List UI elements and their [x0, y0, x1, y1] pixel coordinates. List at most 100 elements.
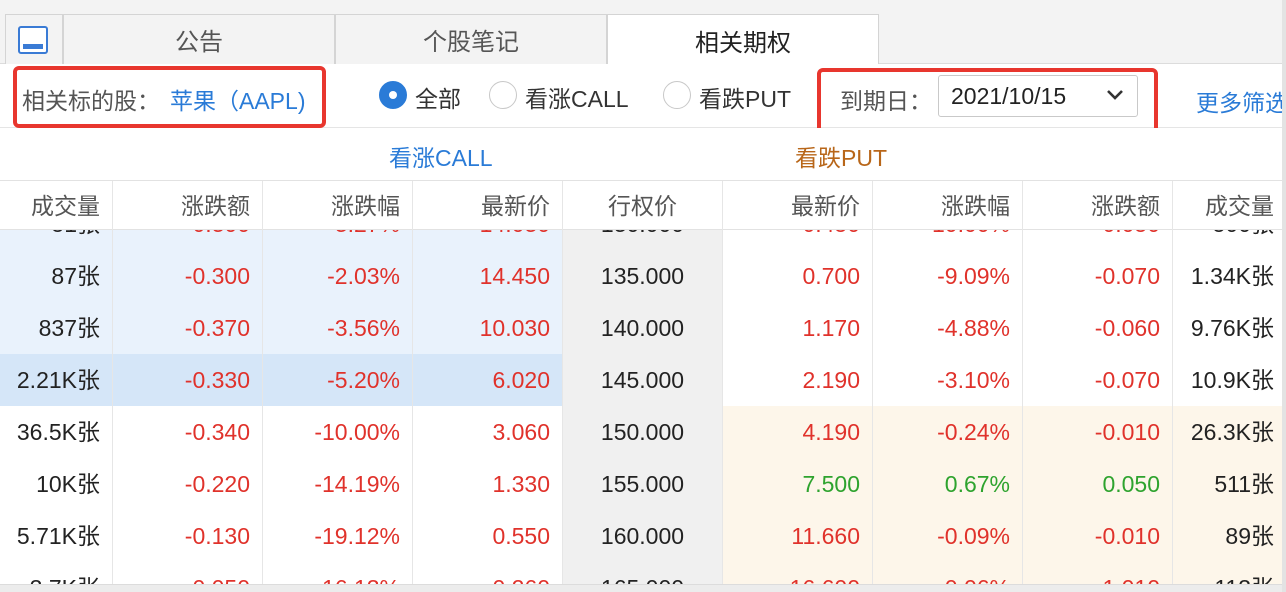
col-put-volume[interactable]: 成交量: [1173, 181, 1286, 231]
cell-call-change-pct: -19.12%: [263, 510, 413, 562]
cell-call-change: -0.300: [113, 230, 263, 250]
cell-put-volume: 511张: [1173, 458, 1286, 510]
table-row[interactable]: 51张-0.300-3.27%14.030130.0000.450-10.00%…: [0, 230, 1286, 250]
cell-strike: 130.000: [563, 230, 723, 250]
cell-call-change: -0.300: [113, 250, 263, 302]
cell-put-volume: 9.76K张: [1173, 302, 1286, 354]
cell-put-volume: 10.9K张: [1173, 354, 1286, 406]
radio-put[interactable]: [663, 81, 691, 109]
table-row[interactable]: 36.5K张 -0.340 -10.00% 3.060 150.000 4.190 -0.2…: [0, 406, 1286, 458]
cell-put-last: 7.500: [723, 458, 873, 510]
table-header: 成交量 涨跌额 涨跌幅 最新价 行权价 最新价 涨跌幅 涨跌额 成交量: [0, 180, 1286, 231]
cell-put-change: 0.050: [1023, 458, 1173, 510]
cell-put-change: -0.070: [1023, 354, 1173, 406]
cell-put-volume: 1.34K张: [1173, 250, 1286, 302]
table-row[interactable]: 5.71K张 -0.130 -19.12% 0.550 160.000 11.660 -0.…: [0, 510, 1286, 562]
cell-call-last: 1.330: [413, 458, 563, 510]
col-call-change[interactable]: 涨跌额: [113, 181, 263, 231]
cell-put-change-pct: 0.06%: [873, 562, 1023, 585]
tab-related-options[interactable]: 相关期权: [607, 14, 879, 65]
cell-put-change: 1.010: [1023, 562, 1173, 585]
cell-put-volume: 500张: [1173, 230, 1286, 250]
cell-put-last: 0.450: [723, 230, 873, 250]
radio-all[interactable]: [379, 81, 407, 109]
cell-put-last: 2.190: [723, 354, 873, 406]
cell-call-change: -0.130: [113, 510, 263, 562]
cell-call-last: 0.550: [413, 510, 563, 562]
cell-put-change-pct: -3.10%: [873, 354, 1023, 406]
col-strike[interactable]: 行权价: [563, 181, 723, 231]
cell-call-change: -0.340: [113, 406, 263, 458]
cell-call-last: 10.030: [413, 302, 563, 354]
cell-call-volume: 10K张: [0, 458, 113, 510]
col-put-last[interactable]: 最新价: [723, 181, 873, 231]
call-section-title: 看涨CALL: [389, 145, 493, 171]
radio-all-label[interactable]: 全部: [415, 80, 461, 114]
filter-bar: 相关标的股： 苹果（AAPL) 全部 看涨CALL 看跌PUT 到期日： 202…: [0, 64, 1286, 134]
panel-toggle[interactable]: [5, 14, 63, 64]
cell-put-change: -0.010: [1023, 510, 1173, 562]
tab-announcements[interactable]: 公告: [63, 14, 335, 64]
tab-stock-notes[interactable]: 个股笔记: [335, 14, 607, 64]
col-call-volume[interactable]: 成交量: [0, 181, 113, 231]
cell-put-change: -0.070: [1023, 250, 1173, 302]
cell-put-last: 4.190: [723, 406, 873, 458]
col-call-change-pct[interactable]: 涨跌幅: [263, 181, 413, 231]
cell-call-volume: 51张: [0, 230, 113, 250]
table-row[interactable]: 10K张 -0.220 -14.19% 1.330 155.000 7.500 0.67% 0…: [0, 458, 1286, 510]
cell-put-change: -0.010: [1023, 406, 1173, 458]
radio-put-label[interactable]: 看跌PUT: [699, 80, 791, 114]
tab-bar: 公告 个股笔记 相关期权: [0, 0, 1286, 65]
table-row[interactable]: 837张 -0.370 -3.56% 10.030 140.000 1.170 -4.88%…: [0, 302, 1286, 354]
cell-call-volume: 3.7K张: [0, 562, 113, 585]
cell-call-change-pct: -2.03%: [263, 250, 413, 302]
cell-call-volume: 837张: [0, 302, 113, 354]
cell-put-last: 16.600: [723, 562, 873, 585]
cell-put-change-pct: -0.09%: [873, 510, 1023, 562]
section-header: 看涨CALL 看跌PUT: [0, 128, 1286, 180]
cell-call-last: 3.060: [413, 406, 563, 458]
vertical-scrollbar[interactable]: [1282, 0, 1286, 592]
cell-call-volume: 36.5K张: [0, 406, 113, 458]
cell-put-change: -0.060: [1023, 302, 1173, 354]
cell-call-change-pct: -10.00%: [263, 406, 413, 458]
cell-call-change: -0.330: [113, 354, 263, 406]
cell-call-change-pct: -3.27%: [263, 230, 413, 250]
cell-strike: 150.000: [563, 406, 723, 458]
cell-put-change-pct: -0.24%: [873, 406, 1023, 458]
expiry-value: 2021/10/15: [951, 83, 1067, 109]
cell-put-change-pct: -10.00%: [873, 230, 1023, 250]
underlying-label: 相关标的股：: [22, 88, 160, 114]
cell-call-change-pct: -5.20%: [263, 354, 413, 406]
cell-call-change-pct: -16.13%: [263, 562, 413, 585]
cell-call-volume: 5.71K张: [0, 510, 113, 562]
radio-call-label[interactable]: 看涨CALL: [525, 80, 629, 114]
table-row[interactable]: 3.7K张-0.050-16.13%0.260165.00016.6000.06…: [0, 562, 1286, 585]
cell-strike: 160.000: [563, 510, 723, 562]
col-put-change[interactable]: 涨跌额: [1023, 181, 1173, 231]
cell-put-change-pct: -9.09%: [873, 250, 1023, 302]
cell-call-last: 14.450: [413, 250, 563, 302]
cell-put-last: 11.660: [723, 510, 873, 562]
cell-call-change: -0.220: [113, 458, 263, 510]
horizontal-scrollbar[interactable]: [0, 584, 1286, 592]
cell-put-change: -0.050: [1023, 230, 1173, 250]
more-filter-link[interactable]: 更多筛选: [1196, 84, 1286, 118]
expiry-label: 到期日：: [840, 88, 932, 114]
cell-strike: 155.000: [563, 458, 723, 510]
cell-call-change-pct: -3.56%: [263, 302, 413, 354]
col-put-change-pct[interactable]: 涨跌幅: [873, 181, 1023, 231]
cell-put-last: 1.170: [723, 302, 873, 354]
table-row[interactable]: 87张 -0.300 -2.03% 14.450 135.000 0.700 -9.09% -…: [0, 250, 1286, 302]
col-call-last[interactable]: 最新价: [413, 181, 563, 231]
cell-strike: 140.000: [563, 302, 723, 354]
radio-call[interactable]: [489, 81, 517, 109]
cell-call-last: 0.260: [413, 562, 563, 585]
cell-call-volume: 2.21K张: [0, 354, 113, 406]
cell-put-volume: 89张: [1173, 510, 1286, 562]
cell-put-last: 0.700: [723, 250, 873, 302]
expiry-select[interactable]: 2021/10/15: [938, 75, 1138, 117]
cell-strike: 165.000: [563, 562, 723, 585]
underlying-link[interactable]: 苹果（AAPL): [170, 82, 305, 116]
table-row[interactable]: 2.21K张 -0.330 -5.20% 6.020 145.000 2.190 -3.10…: [0, 354, 1286, 406]
